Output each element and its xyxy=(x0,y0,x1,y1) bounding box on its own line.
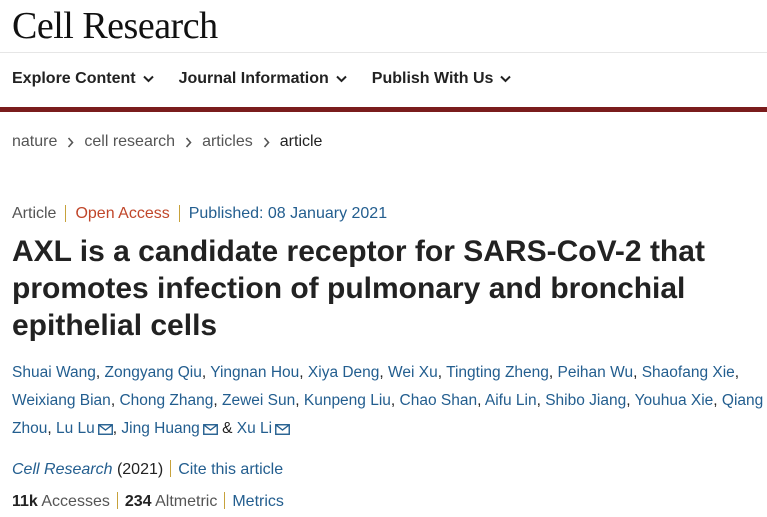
breadcrumb-article: article xyxy=(279,133,323,150)
article-meta: Article Open Access Published: 08 Januar… xyxy=(12,205,396,222)
author-link[interactable]: Chao Shan xyxy=(400,392,478,409)
nav-item-label: Explore Content xyxy=(12,70,136,87)
chevron-down-icon xyxy=(500,75,512,83)
author-link[interactable]: Aifu Lin xyxy=(485,392,537,409)
author-list: Shuai Wang, Zongyang Qiu, Yingnan Hou, X… xyxy=(12,364,764,437)
author-link[interactable]: Zongyang Qiu xyxy=(105,364,202,381)
article-type: Article xyxy=(12,205,57,222)
cite-this-article-link[interactable]: Cite this article xyxy=(178,461,283,478)
author-link[interactable]: Weixiang Bian xyxy=(12,392,111,409)
author-link[interactable]: Peihan Wu xyxy=(558,364,634,381)
nav-item-label: Publish With Us xyxy=(371,70,494,87)
main-nav: Explore Content Journal Information Publ… xyxy=(12,70,536,88)
mail-icon[interactable] xyxy=(275,424,291,435)
citation-line: Cell Research (2021) Cite this article xyxy=(12,460,283,479)
nav-journal-information[interactable]: Journal Information xyxy=(179,70,347,88)
accesses-count: 11k xyxy=(12,493,38,510)
article-title: AXL is a candidate receptor for SARS-CoV… xyxy=(12,235,705,342)
breadcrumb-nature[interactable]: nature xyxy=(12,133,57,151)
mail-icon[interactable] xyxy=(97,424,113,435)
author-link[interactable]: Kunpeng Liu xyxy=(304,392,391,409)
divider xyxy=(170,460,172,477)
author-link[interactable]: Yingnan Hou xyxy=(210,364,299,381)
author-link[interactable]: Chong Zhang xyxy=(119,392,213,409)
nav-accent-bar xyxy=(0,107,767,112)
author-link[interactable]: Youhua Xie xyxy=(635,392,714,409)
journal-logo[interactable]: Cell Research xyxy=(12,4,218,48)
breadcrumb-cell-research[interactable]: cell research xyxy=(84,133,175,151)
author-link[interactable]: Wei Xu xyxy=(388,364,438,381)
breadcrumb: nature cell research articles article xyxy=(12,133,322,151)
metrics-line: 11k Accesses 234 Altmetric Metrics xyxy=(12,492,284,511)
author-link[interactable]: Xu Li xyxy=(237,420,272,437)
chevron-right-icon xyxy=(67,136,74,148)
chevron-down-icon xyxy=(142,75,154,83)
altmetric-score: 234 xyxy=(124,493,152,510)
author-link[interactable]: Shaofang Xie xyxy=(642,364,735,381)
divider xyxy=(224,492,226,509)
author-link[interactable]: Shibo Jiang xyxy=(545,392,626,409)
author-link[interactable]: Xiya Deng xyxy=(308,364,380,381)
mail-icon[interactable] xyxy=(202,424,218,435)
nav-publish-with-us[interactable]: Publish With Us xyxy=(372,70,512,88)
chevron-right-icon xyxy=(185,136,192,148)
published-date: Published: 08 January 2021 xyxy=(178,205,396,222)
metrics-link[interactable]: Metrics xyxy=(232,493,284,510)
journal-link[interactable]: Cell Research xyxy=(12,461,112,478)
altmetric-label: Altmetric xyxy=(155,493,218,510)
chevron-down-icon xyxy=(336,75,347,83)
author-and: & xyxy=(222,420,233,437)
author-link[interactable]: Lu Lu xyxy=(56,420,95,437)
open-access-badge: Open Access xyxy=(65,205,178,222)
chevron-right-icon xyxy=(263,136,270,148)
publication-year: (2021) xyxy=(116,461,164,478)
nav-explore-content[interactable]: Explore Content xyxy=(12,70,154,88)
header-divider xyxy=(0,52,767,53)
author-link[interactable]: Jing Huang xyxy=(121,420,199,437)
nav-item-label: Journal Information xyxy=(178,70,329,87)
divider xyxy=(116,492,118,509)
author-link[interactable]: Shuai Wang xyxy=(12,364,96,381)
author-link[interactable]: Zewei Sun xyxy=(222,392,295,409)
author-link[interactable]: Tingting Zheng xyxy=(446,364,549,381)
breadcrumb-articles[interactable]: articles xyxy=(202,133,253,151)
accesses-label: Accesses xyxy=(41,493,110,510)
